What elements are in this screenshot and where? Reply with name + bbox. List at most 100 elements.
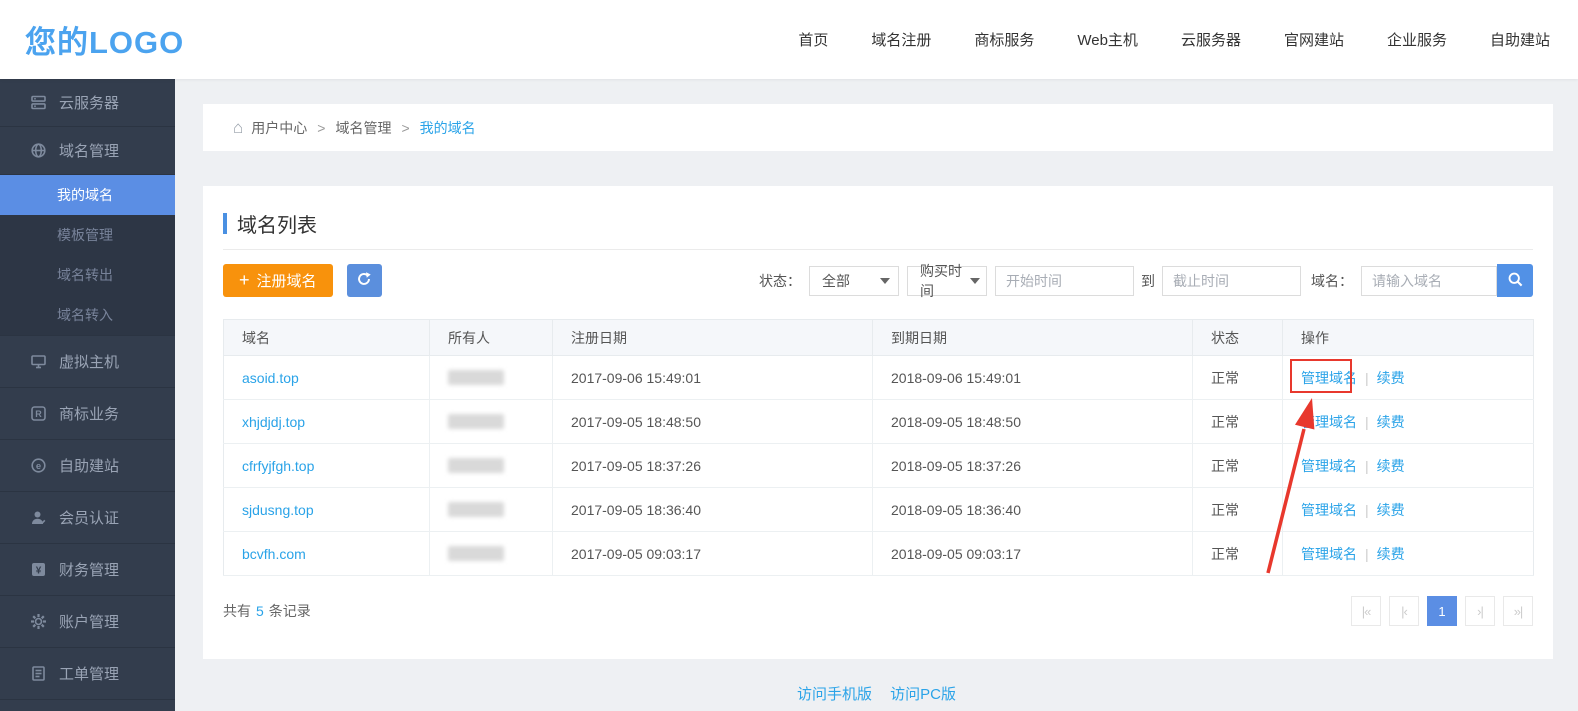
renew-link[interactable]: 续费: [1377, 370, 1405, 386]
register-domain-button[interactable]: + 注册域名: [223, 264, 333, 297]
top-nav-trademark[interactable]: 商标服务: [974, 29, 1034, 50]
renew-link[interactable]: 续费: [1377, 458, 1405, 474]
finance-icon: ¥: [30, 561, 47, 578]
time-type-select[interactable]: 购买时间: [907, 266, 987, 296]
sidebar-item-domain-management[interactable]: 域名管理: [0, 127, 175, 175]
pagination-last-button[interactable]: »|: [1503, 596, 1533, 626]
record-count: 共有5条记录: [223, 601, 311, 621]
expiry-date: 2018-09-05 18:36:40: [873, 488, 1193, 532]
sidebar-subitem-domain-transfer-in[interactable]: 域名转入: [0, 295, 175, 335]
top-nav-diy-site[interactable]: 自助建站: [1490, 29, 1550, 50]
site-builder-icon: e: [30, 457, 47, 474]
sidebar-item-member-verification[interactable]: 会员认证: [0, 492, 175, 544]
end-time-input[interactable]: [1162, 266, 1301, 296]
footer-pc-link[interactable]: 访问PC版: [890, 686, 956, 703]
manage-domain-link[interactable]: 管理域名: [1301, 502, 1357, 518]
table-row: xhjdjdj.top 2017-09-05 18:48:50 2018-09-…: [224, 400, 1534, 444]
plus-icon: +: [239, 270, 250, 291]
registered-date: 2017-09-05 09:03:17: [553, 532, 873, 576]
sidebar-item-virtual-host[interactable]: 虚拟主机: [0, 336, 175, 388]
renew-link[interactable]: 续费: [1377, 414, 1405, 430]
top-nav-domain-register[interactable]: 域名注册: [871, 29, 931, 50]
domain-link[interactable]: xhjdjdj.top: [242, 414, 305, 430]
trademark-icon: R: [30, 405, 47, 422]
domain-link[interactable]: bcvfh.com: [242, 546, 306, 562]
top-nav-web-hosting[interactable]: Web主机: [1077, 29, 1138, 50]
refresh-button[interactable]: [347, 264, 382, 297]
breadcrumb-domain-management[interactable]: 域名管理: [335, 118, 391, 138]
manage-domain-link[interactable]: 管理域名: [1301, 414, 1357, 430]
main-content: ⌂ 用户中心 > 域名管理 > 我的域名 域名列表 + 注册域名: [175, 79, 1578, 711]
domain-link[interactable]: sjdusng.top: [242, 502, 314, 518]
logo[interactable]: 您的LOGO: [25, 17, 184, 62]
manage-domain-link[interactable]: 管理域名: [1301, 370, 1357, 386]
sidebar-item-account-management[interactable]: 账户管理: [0, 596, 175, 648]
manage-domain-link[interactable]: 管理域名: [1301, 546, 1357, 562]
header-domain: 域名: [224, 320, 430, 356]
registered-date: 2017-09-05 18:48:50: [553, 400, 873, 444]
status-badge: 正常: [1193, 444, 1283, 488]
sidebar-item-label: 自助建站: [59, 455, 119, 476]
to-label: 到: [1141, 271, 1155, 291]
table-row: cfrfyjfgh.top 2017-09-05 18:37:26 2018-0…: [224, 444, 1534, 488]
svg-text:e: e: [36, 461, 41, 472]
domain-link[interactable]: asoid.top: [242, 370, 299, 386]
domain-search-input[interactable]: [1361, 266, 1497, 296]
owner-redacted: [448, 414, 504, 429]
start-time-input[interactable]: [995, 266, 1134, 296]
footer-mobile-link[interactable]: 访问手机版: [797, 686, 872, 703]
manage-domain-link[interactable]: 管理域名: [1301, 458, 1357, 474]
pagination-page-1[interactable]: 1: [1427, 596, 1457, 626]
top-nav-home[interactable]: 首页: [798, 29, 828, 50]
sidebar-item-label: 虚拟主机: [59, 351, 119, 372]
search-button[interactable]: [1497, 264, 1533, 297]
breadcrumb-separator: >: [317, 120, 325, 136]
title-divider: [223, 249, 1533, 250]
record-count-value: 5: [256, 603, 264, 619]
status-select[interactable]: 全部: [809, 266, 899, 296]
top-nav: 首页 域名注册 商标服务 Web主机 云服务器 官网建站 企业服务 自助建站: [798, 29, 1550, 50]
expiry-date: 2018-09-06 15:49:01: [873, 356, 1193, 400]
header-expires: 到期日期: [873, 320, 1193, 356]
sidebar-item-ticket-management[interactable]: 工单管理: [0, 648, 175, 700]
pagination-first-button[interactable]: |«: [1351, 596, 1381, 626]
sidebar-subitem-domain-transfer-out[interactable]: 域名转出: [0, 255, 175, 295]
top-nav-cloud-server[interactable]: 云服务器: [1181, 29, 1241, 50]
sidebar-item-diy-site[interactable]: e 自助建站: [0, 440, 175, 492]
renew-link[interactable]: 续费: [1377, 546, 1405, 562]
sidebar-item-finance-management[interactable]: ¥ 财务管理: [0, 544, 175, 596]
svg-text:¥: ¥: [36, 565, 42, 576]
breadcrumb-user-center[interactable]: 用户中心: [251, 118, 307, 138]
pagination-prev-button[interactable]: |‹: [1389, 596, 1419, 626]
caret-down-icon: [880, 278, 890, 284]
globe-icon: [30, 142, 47, 159]
top-nav-enterprise[interactable]: 企业服务: [1387, 29, 1447, 50]
breadcrumb-separator: >: [401, 120, 409, 136]
sidebar-subitem-template-management[interactable]: 模板管理: [0, 215, 175, 255]
sidebar-item-cloud-server[interactable]: 云服务器: [0, 79, 175, 127]
action-separator: |: [1365, 458, 1369, 474]
registered-date: 2017-09-05 18:36:40: [553, 488, 873, 532]
header-registered: 注册日期: [553, 320, 873, 356]
register-domain-label: 注册域名: [257, 270, 317, 291]
status-badge: 正常: [1193, 532, 1283, 576]
expiry-date: 2018-09-05 18:37:26: [873, 444, 1193, 488]
top-nav-site[interactable]: 官网建站: [1284, 29, 1344, 50]
record-count-suffix: 条记录: [269, 603, 311, 619]
status-label: 状态：: [759, 271, 801, 291]
sidebar-subitem-my-domains[interactable]: 我的域名: [0, 175, 175, 215]
domains-table: 域名 所有人 注册日期 到期日期 状态 操作 asoid.top 2017-09…: [223, 319, 1534, 576]
domain-link[interactable]: cfrfyjfgh.top: [242, 458, 314, 474]
sidebar-item-trademark-business[interactable]: R 商标业务: [0, 388, 175, 440]
page-title: 域名列表: [237, 209, 317, 238]
top-header: 您的LOGO 首页 域名注册 商标服务 Web主机 云服务器 官网建站 企业服务…: [0, 0, 1578, 79]
title-accent-bar: [223, 213, 227, 234]
action-separator: |: [1365, 414, 1369, 430]
domain-list-panel: 域名列表 + 注册域名 状态： 全部: [203, 186, 1553, 659]
pagination-next-button[interactable]: ›|: [1465, 596, 1495, 626]
renew-link[interactable]: 续费: [1377, 502, 1405, 518]
ticket-icon: [30, 665, 47, 682]
time-type-value: 购买时间: [920, 261, 963, 301]
sidebar-item-label: 账户管理: [59, 611, 119, 632]
header-owner: 所有人: [430, 320, 553, 356]
